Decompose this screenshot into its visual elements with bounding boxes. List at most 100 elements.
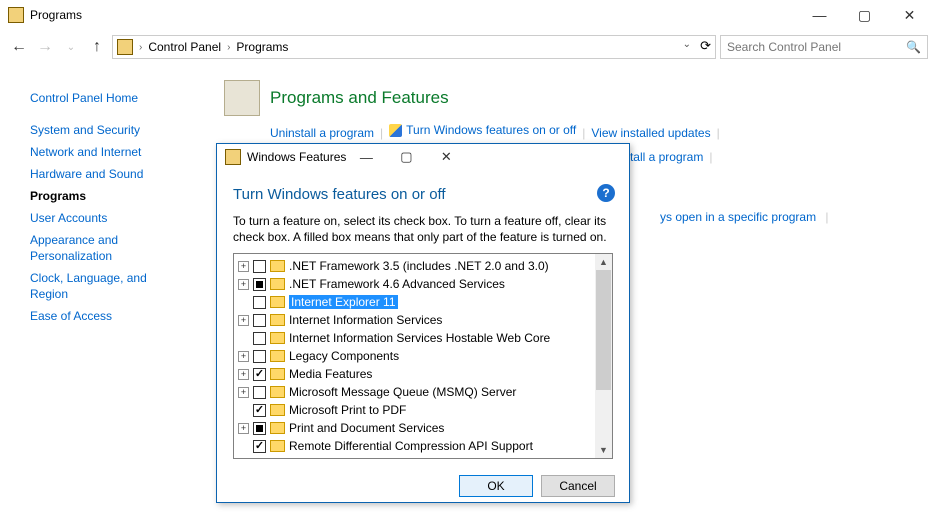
expand-icon[interactable]: + xyxy=(238,351,249,362)
sidebar-home[interactable]: Control Panel Home xyxy=(30,90,184,106)
task-link-partial[interactable]: ys open in a specific program xyxy=(660,207,816,227)
tree-item-label: Media Features xyxy=(289,367,372,381)
expand-spacer xyxy=(238,441,249,452)
checkbox[interactable] xyxy=(253,368,266,381)
link-separator: | xyxy=(576,126,591,140)
shield-icon xyxy=(389,124,402,137)
sidebar-item[interactable]: System and Security xyxy=(30,122,184,138)
task-link[interactable]: Uninstall a program xyxy=(270,123,374,143)
refresh-icon[interactable]: ⟳ xyxy=(700,38,711,54)
checkbox[interactable] xyxy=(253,350,266,363)
tree-item-label: Internet Information Services xyxy=(289,313,442,327)
forward-button[interactable]: → xyxy=(34,38,56,56)
dialog-maximize-button[interactable]: ▢ xyxy=(386,144,426,170)
tree-item-label: Internet Explorer 11 xyxy=(289,295,398,309)
maximize-button[interactable]: ▢ xyxy=(842,1,887,29)
cancel-button[interactable]: Cancel xyxy=(541,475,615,497)
tree-item[interactable]: +Microsoft Message Queue (MSMQ) Server xyxy=(234,383,612,401)
tree-item[interactable]: + Media Features xyxy=(234,365,612,383)
tree-item-label: Remote Differential Compression API Supp… xyxy=(289,439,533,453)
window-title: Programs xyxy=(30,8,82,22)
tree-item[interactable]: +Print and Document Services xyxy=(234,419,612,437)
back-button[interactable]: ← xyxy=(8,38,30,56)
expand-icon[interactable]: + xyxy=(238,315,249,326)
dialog-description: To turn a feature on, select its check b… xyxy=(233,213,613,245)
checkbox[interactable] xyxy=(253,404,266,417)
scrollbar[interactable]: ▲ ▼ xyxy=(595,254,612,458)
task-link-label: View installed updates xyxy=(591,123,710,143)
feature-tree[interactable]: + .NET Framework 3.5 (includes .NET 2.0 a… xyxy=(233,253,613,459)
task-link[interactable]: View installed updates xyxy=(591,123,710,143)
expand-icon[interactable]: + xyxy=(238,279,249,290)
sidebar-item[interactable]: Hardware and Sound xyxy=(30,166,184,182)
checkbox[interactable] xyxy=(253,458,266,460)
search-placeholder: Search Control Panel xyxy=(727,40,841,54)
minimize-button[interactable]: — xyxy=(797,1,842,29)
tree-item[interactable]: + .NET Framework 3.5 (includes .NET 2.0 a… xyxy=(234,257,612,275)
task-link-label: Uninstall a program xyxy=(270,123,374,143)
sidebar-item[interactable]: Programs xyxy=(30,188,184,204)
expand-icon[interactable]: + xyxy=(238,423,249,434)
scroll-down-icon[interactable]: ▼ xyxy=(595,442,612,458)
dialog-minimize-button[interactable]: — xyxy=(346,144,386,170)
breadcrumb-item[interactable]: Control Panel xyxy=(148,40,221,54)
close-button[interactable]: ✕ xyxy=(887,1,932,29)
folder-icon xyxy=(270,278,285,290)
breadcrumb[interactable]: › Control Panel › Programs ⌄ ⟳ xyxy=(112,35,716,59)
expand-icon[interactable]: + xyxy=(238,261,249,272)
toolbar: ← → ⌄ ↑ › Control Panel › Programs ⌄ ⟳ S… xyxy=(0,30,936,64)
checkbox[interactable] xyxy=(253,260,266,273)
checkbox[interactable] xyxy=(253,440,266,453)
chevron-right-icon: › xyxy=(225,42,232,53)
checkbox[interactable] xyxy=(253,296,266,309)
tree-item-label: .NET Framework 3.5 (includes .NET 2.0 an… xyxy=(289,259,549,273)
dialog-close-button[interactable]: ✕ xyxy=(426,144,466,170)
chevron-right-icon: › xyxy=(137,42,144,53)
checkbox[interactable] xyxy=(253,332,266,345)
search-input[interactable]: Search Control Panel 🔍 xyxy=(720,35,928,59)
expand-spacer xyxy=(238,405,249,416)
scroll-up-icon[interactable]: ▲ xyxy=(595,254,612,270)
help-icon[interactable]: ? xyxy=(597,184,615,202)
breadcrumb-icon xyxy=(117,39,133,55)
app-icon xyxy=(8,7,24,23)
task-link[interactable]: Turn Windows features on or off xyxy=(389,120,576,140)
checkbox[interactable] xyxy=(253,278,266,291)
tree-item[interactable]: Internet Explorer 11 xyxy=(234,293,612,311)
sidebar-item[interactable]: Ease of Access xyxy=(30,308,184,324)
sidebar-item[interactable]: Network and Internet xyxy=(30,144,184,160)
sidebar-item[interactable]: Clock, Language, and Region xyxy=(30,270,184,302)
folder-icon xyxy=(270,422,285,434)
tree-item[interactable]: Remote Differential Compression API Supp… xyxy=(234,437,612,455)
breadcrumb-item[interactable]: Programs xyxy=(236,40,288,54)
search-icon[interactable]: 🔍 xyxy=(906,40,921,54)
tree-item[interactable]: + .NET Framework 4.6 Advanced Services xyxy=(234,275,612,293)
up-button[interactable]: ↑ xyxy=(86,38,108,56)
breadcrumb-dropdown[interactable]: ⌄ xyxy=(683,39,691,50)
windows-features-dialog: Windows Features — ▢ ✕ ? Turn Windows fe… xyxy=(216,143,630,503)
link-separator: | xyxy=(703,150,718,164)
link-separator: | xyxy=(711,126,726,140)
tree-item-label: .NET Framework 4.6 Advanced Services xyxy=(289,277,505,291)
checkbox[interactable] xyxy=(253,386,266,399)
sidebar-item[interactable]: Appearance and Personalization xyxy=(30,232,184,264)
tree-item[interactable]: RIP Listener xyxy=(234,455,612,459)
link-separator: | xyxy=(819,210,834,224)
checkbox[interactable] xyxy=(253,314,266,327)
expand-icon[interactable]: + xyxy=(238,369,249,380)
programs-icon xyxy=(224,80,260,116)
expand-icon[interactable]: + xyxy=(238,387,249,398)
folder-icon xyxy=(270,314,285,326)
dialog-titlebar[interactable]: Windows Features — ▢ ✕ xyxy=(217,144,629,170)
tree-item[interactable]: +Legacy Components xyxy=(234,347,612,365)
ok-button[interactable]: OK xyxy=(459,475,533,497)
scroll-thumb[interactable] xyxy=(596,270,611,390)
tree-item[interactable]: + Internet Information Services xyxy=(234,311,612,329)
folder-icon xyxy=(270,350,285,362)
tree-item[interactable]: Microsoft Print to PDF xyxy=(234,401,612,419)
checkbox[interactable] xyxy=(253,422,266,435)
tree-item[interactable]: Internet Information Services Hostable W… xyxy=(234,329,612,347)
sidebar-item[interactable]: User Accounts xyxy=(30,210,184,226)
recent-dropdown[interactable]: ⌄ xyxy=(60,42,82,53)
folder-icon xyxy=(270,260,285,272)
